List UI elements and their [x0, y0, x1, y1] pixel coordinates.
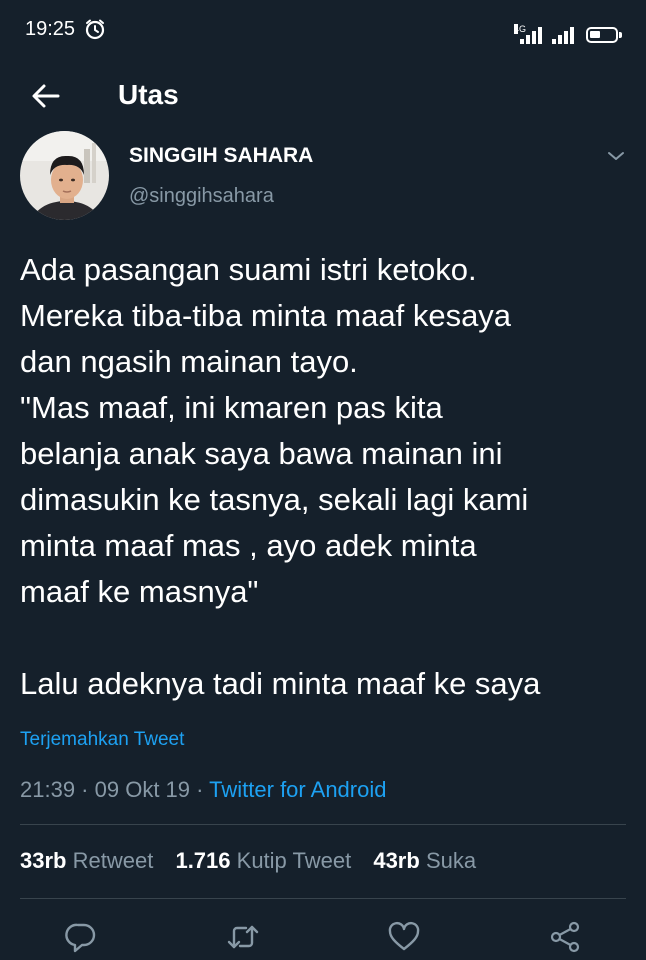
- meta-separator: ·: [75, 777, 95, 802]
- avatar[interactable]: [20, 131, 109, 220]
- thread-header: Utas: [0, 66, 646, 124]
- status-time: 19:25: [25, 18, 76, 40]
- status-icons: 4G: [514, 14, 622, 44]
- tweet-meta: 21:39 · 09 Okt 19 · Twitter for Android: [20, 777, 386, 803]
- battery-icon: [586, 27, 622, 43]
- divider: [20, 824, 626, 825]
- avatar-image: [20, 131, 109, 220]
- retweet-count: 33rb: [20, 848, 67, 873]
- network-label: 4G: [514, 24, 527, 34]
- alarm-clock-icon: [85, 19, 105, 40]
- like-count: 43rb: [373, 848, 420, 873]
- translate-tweet-link[interactable]: Terjemahkan Tweet: [20, 729, 184, 751]
- tweet-source-link[interactable]: Twitter for Android: [209, 777, 386, 802]
- tweet-time: 21:39: [20, 777, 76, 802]
- share-icon[interactable]: [548, 920, 582, 954]
- like-stat[interactable]: 43rb Suka: [373, 848, 476, 873]
- page-title: Utas: [118, 79, 179, 110]
- retweet-label: Retweet: [72, 848, 154, 873]
- tweet-date: 09 Okt 19: [94, 777, 191, 802]
- chevron-down-icon[interactable]: [604, 144, 628, 168]
- signal-icon: [548, 22, 574, 44]
- quote-label: Kutip Tweet: [236, 848, 352, 873]
- retweet-icon[interactable]: [226, 920, 260, 954]
- status-bar: 19:25 4G: [0, 0, 646, 60]
- retweet-stat[interactable]: 33rb Retweet: [20, 848, 153, 873]
- author-name[interactable]: SINGGIH SAHARA: [129, 144, 313, 168]
- signal-4g-icon: 4G: [514, 22, 542, 44]
- quote-count: 1.716: [175, 848, 231, 873]
- meta-separator: ·: [190, 777, 210, 802]
- like-icon[interactable]: [387, 920, 421, 954]
- arrow-left-icon[interactable]: [28, 78, 64, 114]
- reply-icon[interactable]: [64, 920, 98, 954]
- like-label: Suka: [425, 848, 477, 873]
- quote-stat[interactable]: 1.716 Kutip Tweet: [175, 848, 351, 873]
- divider: [20, 898, 626, 899]
- author-handle[interactable]: @singgihsahara: [129, 185, 274, 208]
- tweet-text: Ada pasangan suami istri ketoko. Mereka …: [20, 252, 541, 701]
- tweet-stats: 33rb Retweet 1.716 Kutip Tweet 43rb Suka: [20, 848, 492, 874]
